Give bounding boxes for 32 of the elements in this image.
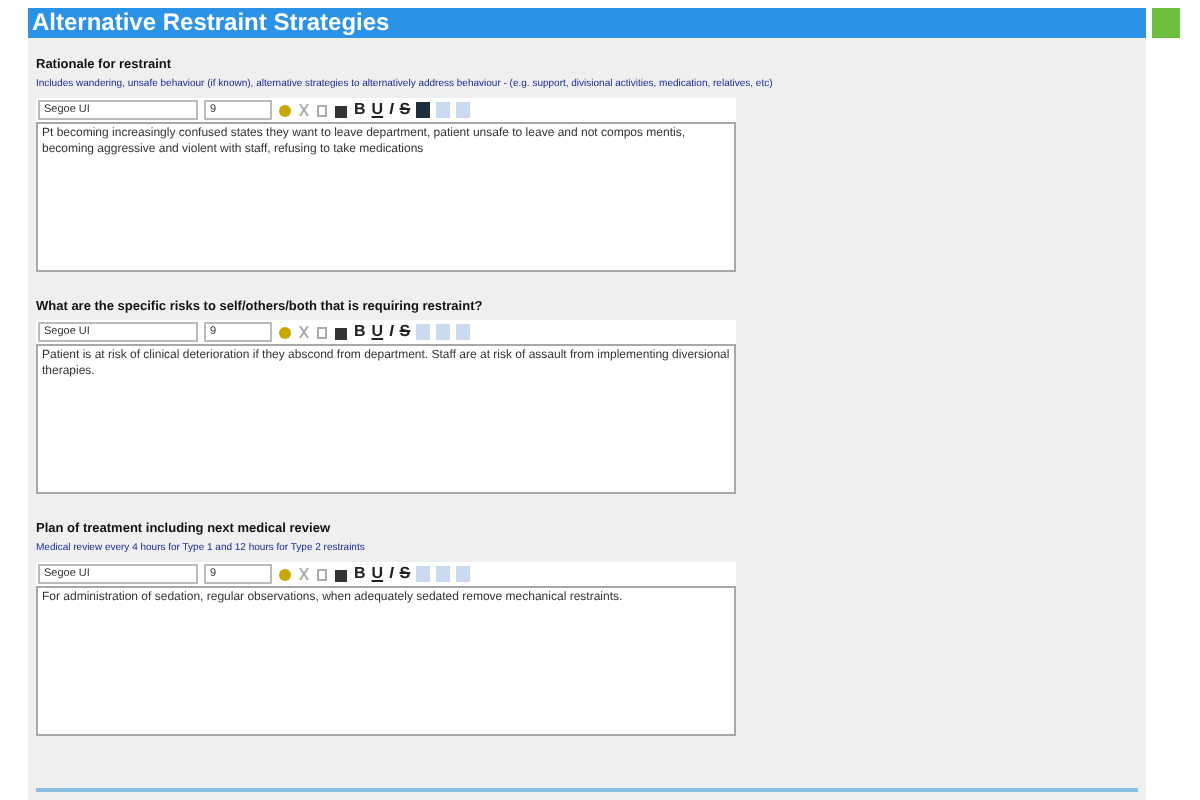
section-title: Alternative Restraint Strategies	[28, 8, 1146, 38]
copy-icon[interactable]	[316, 567, 328, 581]
align-center-button[interactable]	[436, 324, 451, 340]
cut-icon[interactable]	[298, 103, 310, 117]
bold-button[interactable]: B	[354, 322, 366, 342]
underline-button[interactable]: U	[371, 322, 384, 342]
cut-icon[interactable]	[298, 325, 310, 339]
align-center-button[interactable]	[436, 566, 451, 582]
status-square	[1152, 8, 1180, 38]
spellcheck-icon[interactable]	[278, 325, 292, 339]
paste-icon[interactable]	[334, 325, 348, 339]
italic-button[interactable]: I	[389, 100, 394, 120]
paste-icon[interactable]	[334, 567, 348, 581]
underline-button[interactable]: U	[371, 100, 384, 120]
underline-button[interactable]: U	[371, 564, 384, 584]
italic-button[interactable]: I	[389, 322, 394, 342]
bold-button[interactable]: B	[354, 100, 366, 120]
copy-icon[interactable]	[316, 103, 328, 117]
italic-button[interactable]: I	[389, 564, 394, 584]
paste-icon[interactable]	[334, 103, 348, 117]
strikethrough-button[interactable]: S	[399, 100, 411, 120]
strikethrough-button[interactable]: S	[399, 564, 411, 584]
spellcheck-icon[interactable]	[278, 103, 292, 117]
align-right-button[interactable]	[456, 324, 471, 340]
align-right-button[interactable]	[456, 566, 471, 582]
strikethrough-button[interactable]: S	[399, 322, 411, 342]
align-right-button[interactable]	[456, 102, 471, 118]
copy-icon[interactable]	[316, 325, 328, 339]
spellcheck-icon[interactable]	[278, 567, 292, 581]
align-left-button[interactable]	[416, 102, 431, 118]
bold-button[interactable]: B	[354, 564, 366, 584]
cut-icon[interactable]	[298, 567, 310, 581]
